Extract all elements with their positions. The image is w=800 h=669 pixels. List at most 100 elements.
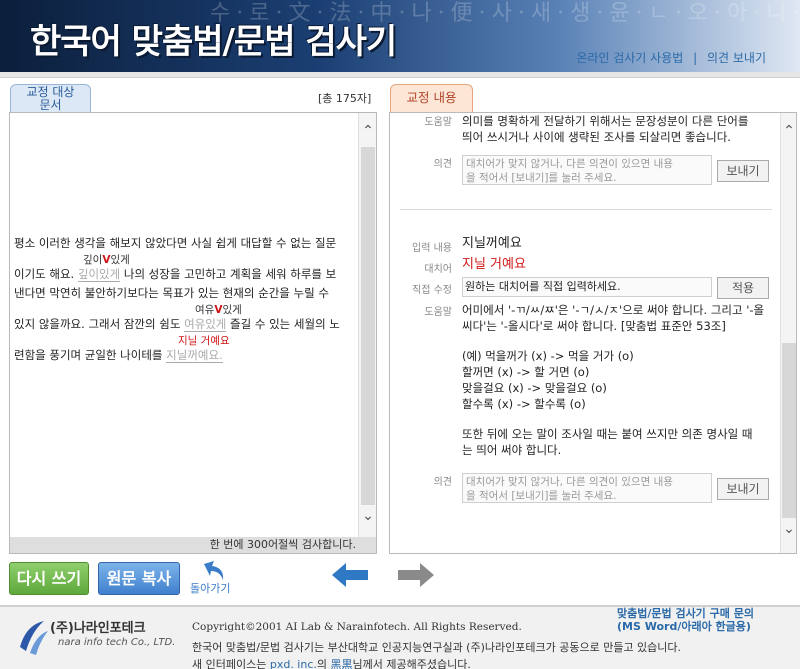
tab-source-document[interactable]: 교정 대상 문서 bbox=[10, 84, 91, 112]
page-root: 수·로·文·法·中·나·便·사·새·생·윤·ㄴ·오·아·니·이·오 한국어 맞춤… bbox=[0, 0, 800, 669]
credit-text-c: 님께서 제공해주셨습니다. bbox=[352, 658, 471, 669]
scroll-down-arrow-icon[interactable]: ⌄ bbox=[359, 508, 377, 524]
text-line-2: 이기도 해요. 깊이있게 나의 성장을 고민하고 계획을 세워 하루를 보 bbox=[14, 266, 336, 282]
direct-edit-label: 직접 수정 bbox=[412, 285, 452, 296]
help-text-1: 의미를 명확하게 전달하기 위해서는 문장성분이 다른 단어를 띄어 쓰시거나 … bbox=[462, 113, 748, 145]
copy-original-button[interactable]: 원문 복사 bbox=[98, 562, 180, 595]
header: 수·로·文·法·中·나·便·사·새·생·윤·ㄴ·오·아·니·이·오 한국어 맞춤… bbox=[0, 0, 800, 72]
help-line: 할꺼면 (x) -> 할 거면 (o) bbox=[462, 365, 590, 379]
designer-link[interactable]: 黑黒 bbox=[331, 658, 353, 669]
memo-label: 의견 bbox=[433, 477, 452, 488]
back-arrow-icon bbox=[204, 561, 224, 580]
replacement-label: 대치어 bbox=[424, 264, 452, 275]
text-line-5: 련함을 풍기며 균일한 나이테를 지닐꺼예요. bbox=[14, 347, 223, 363]
scroll-up-arrow-icon[interactable]: ⌃ bbox=[781, 123, 796, 139]
memo-field-1[interactable]: 대치어가 맞지 않거나, 다른 의견이 있으면 내용 을 적어서 [보내기]를 … bbox=[462, 155, 712, 185]
char-count: [총 175자] bbox=[318, 92, 372, 105]
next-arrow-button[interactable] bbox=[396, 560, 436, 590]
company-logo[interactable]: (주)나라인포테크 nara info tech Co., LTD. bbox=[16, 615, 176, 661]
correction-panel: 도움말 의미를 명확하게 전달하기 위해서는 문장성분이 다른 단어를 띄어 쓰… bbox=[389, 112, 797, 554]
help-text-2: 어미에서 '-ㄲ/ㅆ/ㅉ'은 '-ㄱ/ㅅ/ㅈ'으로 써야 합니다. 그리고 '-… bbox=[462, 302, 774, 458]
direct-edit-input[interactable]: 원하는 대치어를 직접 입력하세요. bbox=[462, 277, 712, 297]
scroll-up-arrow-icon[interactable]: ⌃ bbox=[359, 123, 377, 139]
help-spacer bbox=[462, 334, 774, 348]
help-spacer bbox=[462, 412, 774, 426]
help-line: 어미에서 '-ㄲ/ㅆ/ㅉ'은 '-ㄱ/ㅅ/ㅈ'으로 써야 합니다. 그리고 '-… bbox=[462, 303, 765, 317]
footer-credit: 새 인터페이스는 pxd. inc.의 黑黒님께서 제공해주셨습니다. bbox=[192, 656, 471, 669]
help-line: 맞을걸요 (x) -> 맞을걸요 (o) bbox=[462, 381, 607, 395]
credit-text-a: 새 인터페이스는 bbox=[192, 658, 270, 669]
page-title: 한국어 맞춤법/문법 검사기 bbox=[30, 22, 397, 62]
rewrite-button[interactable]: 다시 쓰기 bbox=[9, 562, 89, 595]
suggestion-2[interactable]: 여유V있게 bbox=[195, 302, 242, 317]
apply-button[interactable]: 적용 bbox=[717, 277, 769, 299]
memo-placeholder-line: 대치어가 맞지 않거나, 다른 의견이 있으면 내용 bbox=[466, 476, 673, 488]
purchase-line-2: (MS Word/아래아 한글용) bbox=[617, 620, 751, 633]
source-scroll-thumb[interactable] bbox=[361, 147, 375, 505]
logo-mark-icon bbox=[20, 621, 48, 655]
help-line: 는 띄어 써야 합니다. bbox=[462, 443, 562, 457]
source-text-panel[interactable]: 평소 이러한 생각을 해보지 않았다면 사실 쉽게 대답할 수 없는 질문 깊이… bbox=[9, 112, 377, 554]
source-footer-note: 한 번에 300어절씩 검사합니다. bbox=[10, 537, 376, 553]
text-line-1: 평소 이러한 생각을 해보지 않았다면 사실 쉽게 대답할 수 없는 질문 bbox=[14, 236, 337, 250]
left-arrow-icon bbox=[332, 563, 368, 587]
suggestion-2-part-b: 있게 bbox=[222, 304, 242, 316]
help-line: 띄어 쓰시거나 사이에 생략된 조사를 되살리면 좋습니다. bbox=[462, 130, 731, 144]
copyright-text: Copyright©2001 AI Lab & Narainfotech. Al… bbox=[192, 621, 522, 633]
suggestion-3[interactable]: 지닐 거예요 bbox=[178, 333, 230, 348]
help-line: 할수록 (x) -> 할수록 (o) bbox=[462, 397, 586, 411]
right-arrow-icon bbox=[398, 563, 434, 587]
suggestion-1-part-b: 있게 bbox=[110, 254, 130, 266]
memo-placeholder-line: 을 적어서 [보내기]를 눌러 주세요. bbox=[466, 490, 617, 502]
footer-description: 한국어 맞춤법/문법 검사기는 부산대학교 인공지능연구실과 (주)나라인포테크… bbox=[192, 641, 682, 654]
credit-text-b: 의 bbox=[316, 658, 331, 669]
memo-field-2[interactable]: 대치어가 맞지 않거나, 다른 의견이 있으면 내용 을 적어서 [보내기]를 … bbox=[462, 473, 712, 503]
pxd-link[interactable]: pxd. inc. bbox=[270, 658, 317, 669]
source-scrollbar[interactable]: ⌃ ⌄ bbox=[358, 113, 376, 538]
text-line-2-b: 나의 성장을 고민하고 계획을 세워 하루를 보 bbox=[120, 267, 337, 281]
help-line: 씨다'는 '-올시다'로 써야 합니다. [맞춤법 표준안 53조] bbox=[462, 319, 726, 333]
header-divider bbox=[0, 72, 800, 78]
correction-scrollbar[interactable]: ⌃ ⌄ bbox=[780, 113, 796, 553]
error-word-2[interactable]: 여유있게 bbox=[184, 317, 227, 332]
memo-placeholder-line: 대치어가 맞지 않거나, 다른 의견이 있으면 내용 bbox=[466, 158, 673, 170]
help-label: 도움말 bbox=[424, 307, 452, 318]
back-label: 돌아가기 bbox=[190, 582, 231, 595]
input-value: 지닐꺼예요 bbox=[462, 236, 522, 251]
text-line-4: 있지 않을까요. 그래서 잠깐의 쉼도 여유있게 즐길 수 있는 세월의 노 bbox=[14, 316, 340, 332]
purchase-line-1: 맞춤법/문법 검사기 구매 문의 bbox=[617, 607, 754, 620]
send-button-1[interactable]: 보내기 bbox=[717, 160, 769, 182]
logo-english-name: nara info tech Co., LTD. bbox=[58, 637, 176, 648]
header-links: 온라인 검사기 사용법 | 의견 보내기 bbox=[576, 49, 766, 66]
help-line: 의미를 명확하게 전달하기 위해서는 문장성분이 다른 단어를 bbox=[462, 114, 749, 128]
suggestion-2-part-a: 여유 bbox=[195, 304, 215, 316]
text-line-5-a: 련함을 풍기며 균일한 나이테를 bbox=[14, 348, 167, 362]
footer: (주)나라인포테크 nara info tech Co., LTD. Copyr… bbox=[0, 607, 800, 669]
prev-arrow-button[interactable] bbox=[330, 560, 370, 590]
logo-korean-name: (주)나라인포테크 bbox=[50, 621, 146, 636]
memo-label: 의견 bbox=[433, 159, 452, 170]
tab-source-label-2: 문서 bbox=[39, 98, 62, 112]
scroll-down-arrow-icon[interactable]: ⌄ bbox=[781, 521, 796, 537]
back-button[interactable]: 돌아가기 bbox=[190, 560, 246, 596]
help-line: (예) 먹을꺼가 (x) -> 먹을 거가 (o) bbox=[462, 349, 634, 363]
usage-link[interactable]: 온라인 검사기 사용법 bbox=[576, 51, 683, 65]
link-separator: | bbox=[693, 51, 698, 65]
error-word-1[interactable]: 깊이있게 bbox=[77, 267, 121, 282]
tab-correction[interactable]: 교정 내용 bbox=[390, 84, 473, 112]
input-label: 입력 내용 bbox=[412, 243, 452, 254]
memo-placeholder-line: 을 적어서 [보내기]를 눌러 주세요. bbox=[466, 172, 617, 184]
text-line-4-b: 즐길 수 있는 세월의 노 bbox=[226, 317, 340, 331]
suggestion-1-part-a: 깊이 bbox=[83, 254, 103, 266]
purchase-inquiry-link[interactable]: 맞춤법/문법 검사기 구매 문의 (MS Word/아래아 한글용) bbox=[617, 607, 754, 633]
text-line-2-a: 이기도 해요. bbox=[14, 267, 78, 281]
entry-divider bbox=[400, 209, 772, 210]
correction-scroll-thumb[interactable] bbox=[782, 343, 796, 518]
send-button-2[interactable]: 보내기 bbox=[717, 478, 769, 500]
text-line-4-a: 있지 않을까요. 그래서 잠깐의 쉼도 bbox=[14, 317, 185, 331]
feedback-link[interactable]: 의견 보내기 bbox=[707, 51, 766, 65]
text-line-3: 낸다면 막연히 불안하기보다는 목표가 있는 현재의 순간을 누릴 수 bbox=[14, 286, 329, 300]
error-word-3[interactable]: 지닐꺼예요. bbox=[166, 348, 223, 363]
replacement-value[interactable]: 지닐 거예요 bbox=[462, 257, 526, 273]
suggestion-1[interactable]: 깊이V있게 bbox=[83, 252, 130, 267]
